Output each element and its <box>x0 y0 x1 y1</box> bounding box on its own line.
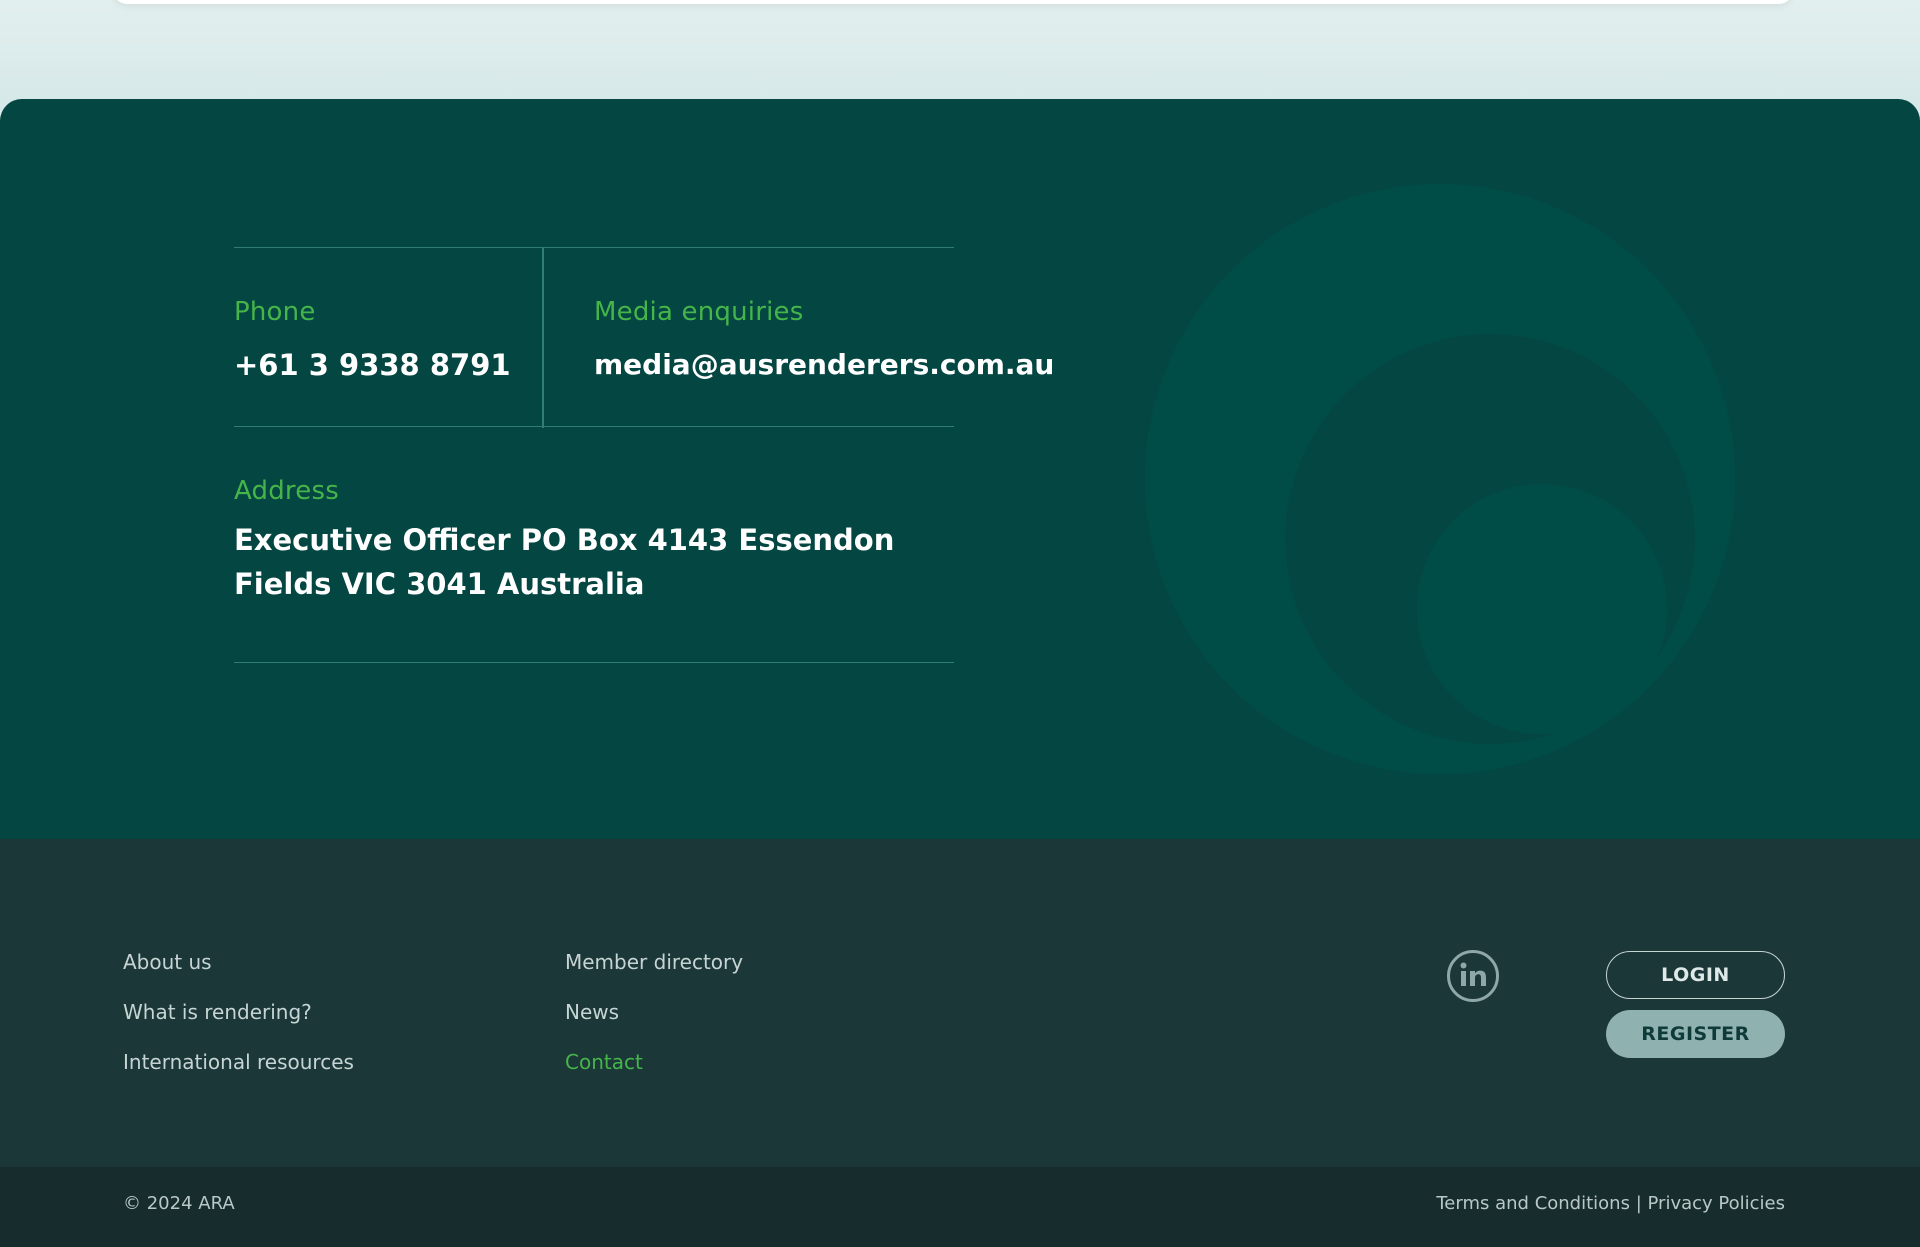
site-footer: About us What is rendering? Internationa… <box>0 839 1920 1167</box>
address-block: Address Executive Officer PO Box 4143 Es… <box>234 427 954 663</box>
footer-link-what-is-rendering[interactable]: What is rendering? <box>123 999 354 1025</box>
legal-links: Terms and Conditions | Privacy Policies <box>1436 1192 1785 1216</box>
footer-link-news[interactable]: News <box>565 999 743 1025</box>
media-label: Media enquiries <box>594 297 804 327</box>
footer-nav-column-1: About us What is rendering? Internationa… <box>123 949 354 1099</box>
contact-info-grid: Phone +61 3 9338 8791 Media enquiries me… <box>234 247 1054 663</box>
terms-link[interactable]: Terms and Conditions <box>1436 1193 1630 1214</box>
content-card-edge <box>113 0 1793 4</box>
contact-row-top: Phone +61 3 9338 8791 Media enquiries me… <box>234 247 1054 428</box>
footer-link-contact[interactable]: Contact <box>565 1049 743 1075</box>
address-label: Address <box>234 476 339 506</box>
legal-separator: | <box>1635 1193 1642 1214</box>
phone-block: Phone +61 3 9338 8791 <box>234 296 511 383</box>
footer-nav-column-2: Member directory News Contact <box>565 949 743 1099</box>
phone-label: Phone <box>234 297 316 327</box>
address-value: Executive Officer PO Box 4143 Essendon F… <box>234 523 895 601</box>
bottom-bar: © 2024 ARA Terms and Conditions | Privac… <box>0 1167 1920 1247</box>
decorative-swirl-graphic <box>1145 184 1735 774</box>
linkedin-icon[interactable] <box>1447 950 1499 1002</box>
page-top-background <box>0 0 1920 110</box>
phone-number-link[interactable]: +61 3 9338 8791 <box>234 347 511 383</box>
footer-link-international-resources[interactable]: International resources <box>123 1049 354 1075</box>
privacy-link[interactable]: Privacy Policies <box>1648 1193 1785 1214</box>
contact-section: Phone +61 3 9338 8791 Media enquiries me… <box>0 99 1920 839</box>
copyright-text: © 2024 ARA <box>123 1193 235 1214</box>
login-button[interactable]: LOGIN <box>1606 951 1785 999</box>
media-block: Media enquiries media@ausrenderers.com.a… <box>594 296 1054 383</box>
register-button[interactable]: REGISTER <box>1606 1010 1785 1058</box>
media-email-link[interactable]: media@ausrenderers.com.au <box>594 347 1054 383</box>
footer-link-about-us[interactable]: About us <box>123 949 354 975</box>
vertical-divider <box>542 248 544 428</box>
footer-link-member-directory[interactable]: Member directory <box>565 949 743 975</box>
